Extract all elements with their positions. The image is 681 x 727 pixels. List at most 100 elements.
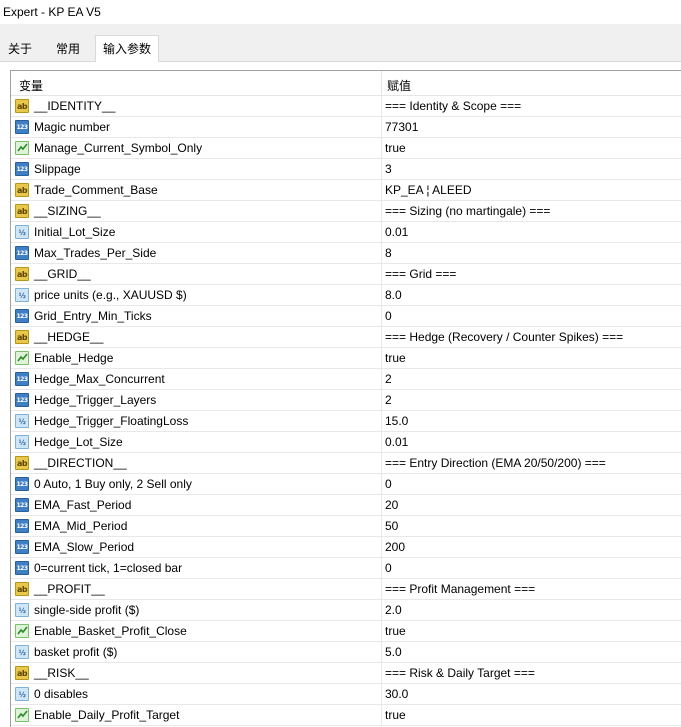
parameter-name: Initial_Lot_Size [34, 225, 116, 239]
parameter-name: 0=current tick, 1=closed bar [34, 561, 183, 575]
bool-icon [15, 624, 29, 638]
table-row[interactable]: 123 Hedge_Trigger_Layers 2 [11, 390, 681, 411]
integer-icon: 123 [15, 246, 29, 260]
parameter-name: Hedge_Max_Concurrent [34, 372, 165, 386]
parameter-value[interactable]: 0 [385, 309, 392, 323]
tab-common[interactable]: 常用 [44, 38, 92, 62]
integer-icon: 123 [15, 477, 29, 491]
parameter-value[interactable]: true [385, 141, 406, 155]
table-row[interactable]: ab __HEDGE__ === Hedge (Recovery / Counter… [11, 327, 681, 348]
table-row[interactable]: ½ single-side profit ($) 2.0 [11, 600, 681, 621]
parameter-value[interactable]: 20 [385, 498, 398, 512]
table-row[interactable]: 123 Max_Trades_Per_Side 8 [11, 243, 681, 264]
table-row[interactable]: 123 EMA_Mid_Period 50 [11, 516, 681, 537]
tab-about[interactable]: 关于 [0, 38, 40, 62]
parameter-value[interactable]: true [385, 708, 406, 722]
table-row[interactable]: 123 0 Auto, 1 Buy only, 2 Sell only 0 [11, 474, 681, 495]
parameter-value[interactable]: true [385, 624, 406, 638]
table-row[interactable]: Enable_Daily_Profit_Target true [11, 705, 681, 726]
parameter-value[interactable]: === Grid === [385, 267, 456, 281]
parameter-name: __DIRECTION__ [34, 456, 127, 470]
parameter-name: __RISK__ [34, 666, 89, 680]
double-icon: ½ [15, 603, 29, 617]
table-row[interactable]: ½ Initial_Lot_Size 0.01 [11, 222, 681, 243]
double-icon: ½ [15, 645, 29, 659]
parameter-value[interactable]: === Risk & Daily Target === [385, 666, 535, 680]
table-row[interactable]: 123 Magic number 77301 [11, 117, 681, 138]
table-row[interactable]: Enable_Basket_Profit_Close true [11, 621, 681, 642]
parameter-value[interactable]: 5.0 [385, 645, 402, 659]
parameter-name: Max_Trades_Per_Side [34, 246, 157, 260]
parameter-value[interactable]: KP_EA ¦ ALEED [385, 183, 472, 197]
double-icon: ½ [15, 435, 29, 449]
bool-icon [15, 141, 29, 155]
bool-icon [15, 708, 29, 722]
parameter-name: price units (e.g., XAUUSD $) [34, 288, 187, 302]
parameter-value[interactable]: 200 [385, 540, 405, 554]
parameter-value[interactable]: === Entry Direction (EMA 20/50/200) === [385, 456, 606, 470]
parameter-name: 0 Auto, 1 Buy only, 2 Sell only [34, 477, 192, 491]
inputs-panel: 变量 赋值 ab __IDENTITY__ === Identity & Scope… [0, 62, 681, 727]
table-row[interactable]: Manage_Current_Symbol_Only true [11, 138, 681, 159]
parameter-value[interactable]: 2.0 [385, 603, 402, 617]
table-row[interactable]: ab __DIRECTION__ === Entry Direction (EMA … [11, 453, 681, 474]
integer-icon: 123 [15, 393, 29, 407]
table-row[interactable]: ½ price units (e.g., XAUUSD $) 8.0 [11, 285, 681, 306]
table-row[interactable]: 123 Grid_Entry_Min_Ticks 0 [11, 306, 681, 327]
parameter-value[interactable]: 0.01 [385, 225, 408, 239]
header-variable[interactable]: 变量 [19, 77, 43, 94]
table-row[interactable]: ab __RISK__ === Risk & Daily Target === [11, 663, 681, 684]
tab-bar: 关于 常用 输入参数 [0, 34, 681, 63]
parameter-name: Trade_Comment_Base [34, 183, 158, 197]
parameter-value[interactable]: === Sizing (no martingale) === [385, 204, 550, 218]
parameter-value[interactable]: 3 [385, 162, 392, 176]
parameter-name: 0 disables [34, 687, 89, 701]
table-row[interactable]: 123 EMA_Fast_Period 20 [11, 495, 681, 516]
parameter-value[interactable]: 77301 [385, 120, 418, 134]
parameter-value[interactable]: 8 [385, 246, 392, 260]
double-icon: ½ [15, 288, 29, 302]
table-row[interactable]: ½ 0 disables 30.0 [11, 684, 681, 705]
table-row[interactable]: 123 Slippage 3 [11, 159, 681, 180]
parameter-value[interactable]: 2 [385, 372, 392, 386]
parameter-value[interactable]: === Identity & Scope === [385, 99, 521, 113]
parameter-value[interactable]: true [385, 351, 406, 365]
parameter-name: EMA_Fast_Period [34, 498, 132, 512]
table-row[interactable]: 123 0=current tick, 1=closed bar 0 [11, 558, 681, 579]
parameter-name: __HEDGE__ [34, 330, 104, 344]
parameter-value[interactable]: 2 [385, 393, 392, 407]
string-icon: ab [15, 456, 29, 470]
parameter-value[interactable]: === Profit Management === [385, 582, 535, 596]
parameter-value[interactable]: 8.0 [385, 288, 402, 302]
parameter-name: Hedge_Lot_Size [34, 435, 123, 449]
parameter-name: Grid_Entry_Min_Ticks [34, 309, 152, 323]
tab-inputs[interactable]: 输入参数 [95, 35, 159, 63]
table-row[interactable]: ½ Hedge_Lot_Size 0.01 [11, 432, 681, 453]
header-value[interactable]: 赋值 [387, 77, 411, 94]
parameter-name: __IDENTITY__ [34, 99, 116, 113]
table-row[interactable]: ½ Hedge_Trigger_FloatingLoss 15.0 [11, 411, 681, 432]
integer-icon: 123 [15, 372, 29, 386]
table-row[interactable]: 123 EMA_Slow_Period 200 [11, 537, 681, 558]
integer-icon: 123 [15, 162, 29, 176]
integer-icon: 123 [15, 519, 29, 533]
string-icon: ab [15, 666, 29, 680]
table-row[interactable]: 123 Hedge_Max_Concurrent 2 [11, 369, 681, 390]
table-row[interactable]: Enable_Hedge true [11, 348, 681, 369]
parameter-value[interactable]: 30.0 [385, 687, 408, 701]
parameter-value[interactable]: 50 [385, 519, 398, 533]
string-icon: ab [15, 582, 29, 596]
parameter-value[interactable]: 15.0 [385, 414, 408, 428]
parameter-value[interactable]: 0 [385, 561, 392, 575]
table-row[interactable]: ab __GRID__ === Grid === [11, 264, 681, 285]
parameter-value[interactable]: 0.01 [385, 435, 408, 449]
parameter-name: Magic number [34, 120, 111, 134]
parameter-value[interactable]: === Hedge (Recovery / Counter Spikes) ==… [385, 330, 623, 344]
parameter-value[interactable]: 0 [385, 477, 392, 491]
table-row[interactable]: ab __SIZING__ === Sizing (no martingale) =… [11, 201, 681, 222]
table-row[interactable]: ab Trade_Comment_Base KP_EA ¦ ALEED [11, 180, 681, 201]
table-row[interactable]: ab __IDENTITY__ === Identity & Scope === [11, 96, 681, 117]
table-row[interactable]: ab __PROFIT__ === Profit Management === [11, 579, 681, 600]
table-row[interactable]: ½ basket profit ($) 5.0 [11, 642, 681, 663]
parameter-name: Hedge_Trigger_Layers [34, 393, 157, 407]
